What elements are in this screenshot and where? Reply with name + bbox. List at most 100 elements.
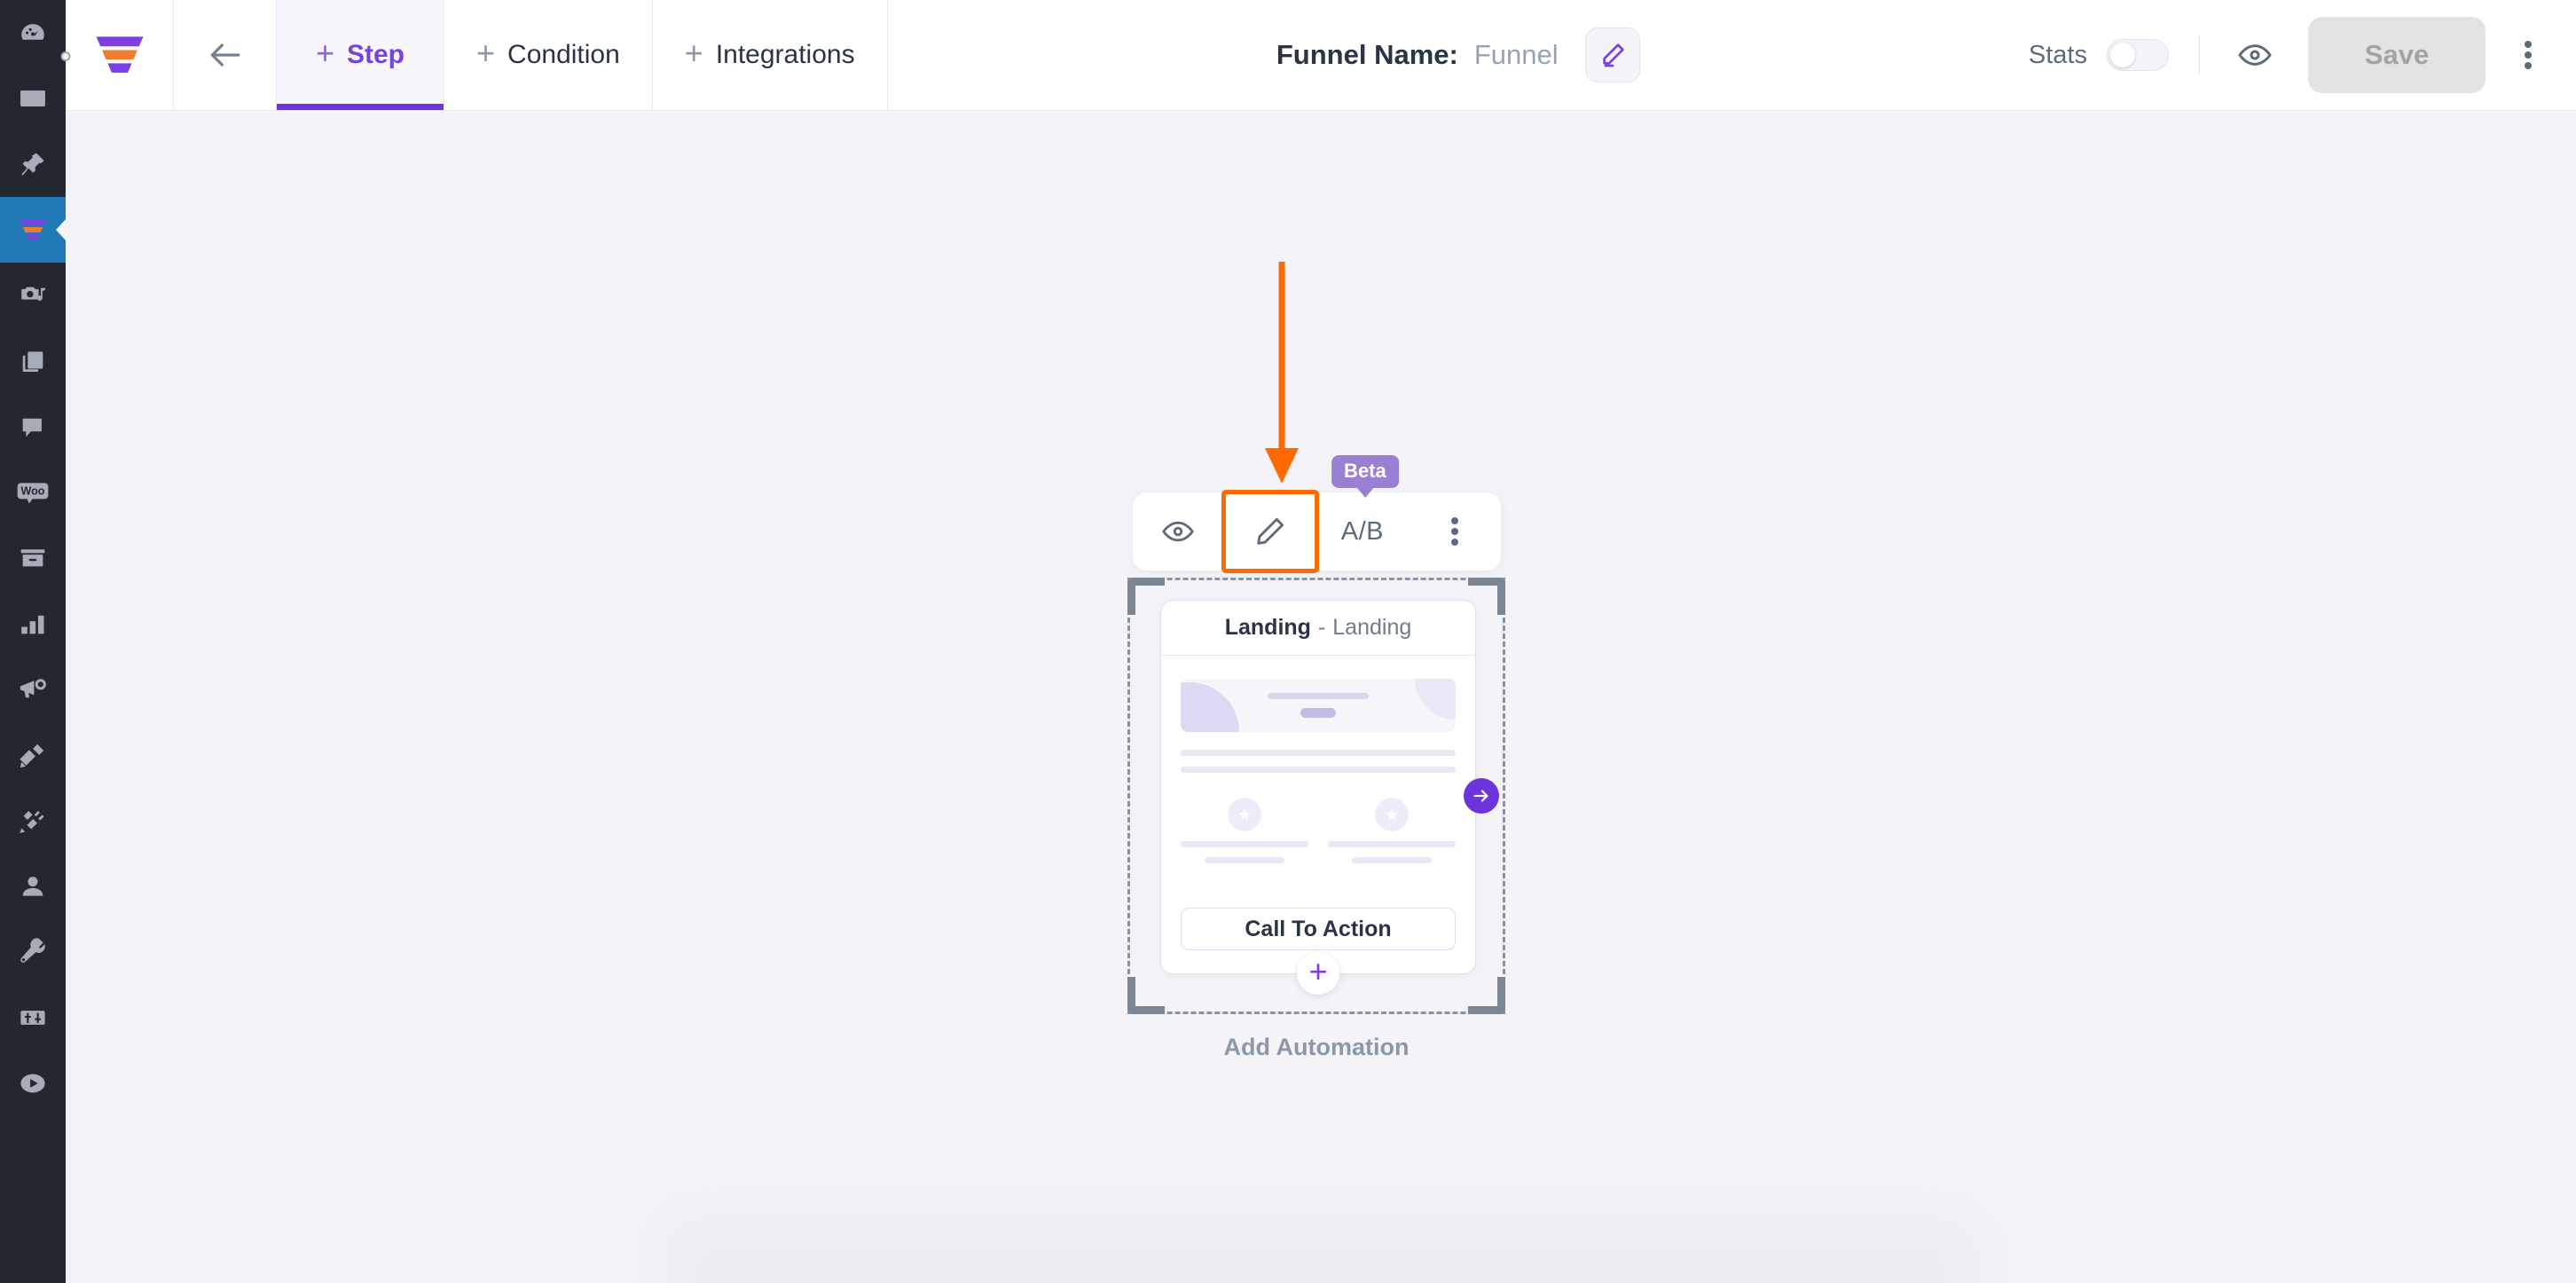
dropzone-corner [1127, 977, 1165, 1014]
woo-icon: Woo [17, 483, 49, 504]
edit-funnel-name-button[interactable] [1584, 28, 1640, 83]
kebab-dot [1450, 528, 1458, 535]
preview-placeholder-line [1352, 857, 1432, 863]
step-dropzone[interactable]: Landing - Landing Call To Action + [1127, 578, 1505, 1014]
star-icon [1375, 798, 1409, 831]
arrow-right-icon [1473, 790, 1488, 802]
wrench-icon [20, 938, 45, 963]
user-icon [22, 877, 43, 896]
funnel-canvas[interactable]: Beta A/B Landing - Landing Call To Actio… [66, 111, 2576, 1283]
preview-placeholder-line [1328, 841, 1456, 847]
add-automation-label[interactable]: Add Automation [1126, 1034, 1507, 1061]
sidebar-item-woocommerce[interactable]: Woo [0, 460, 66, 525]
funnel-name-group: Funnel Name: Funnel [888, 0, 2029, 110]
bottom-panel-shadow [660, 1212, 1982, 1283]
tab-integrations[interactable]: + Integrations [653, 0, 888, 110]
star-glyph [1238, 808, 1251, 820]
sidebar-item-sliders[interactable] [0, 985, 66, 1051]
tab-condition[interactable]: + Condition [444, 0, 653, 110]
save-button[interactable]: Save [2308, 17, 2486, 93]
speech-bubble-icon [22, 418, 42, 437]
stats-toggle[interactable] [2107, 39, 2169, 71]
tab-condition-label: Condition [507, 40, 620, 69]
app-logo[interactable] [66, 0, 174, 110]
funnel-name-value: Funnel [1473, 39, 1559, 70]
preview-placeholder-line [1181, 767, 1456, 773]
bar-chart-icon [21, 615, 44, 634]
top-toolbar: + Step + Condition + Integrations Funnel… [66, 0, 2576, 111]
plus-icon: + [315, 35, 334, 71]
copy-pages-icon [22, 351, 43, 372]
card-title-separator: - [1317, 615, 1326, 640]
tab-step[interactable]: + Step [276, 0, 444, 110]
pencil-icon [1257, 517, 1284, 545]
more-options-button[interactable] [2500, 27, 2556, 83]
pencil-icon [1602, 43, 1624, 67]
sidebar-item-analytics[interactable] [0, 591, 66, 657]
sidebar-item-archive[interactable] [0, 525, 66, 591]
sidebar-item-funnels[interactable] [0, 197, 66, 263]
top-toolbar-actions: Stats Save [2029, 0, 2576, 110]
star-glyph [1386, 808, 1398, 820]
edit-step-button[interactable] [1221, 490, 1319, 573]
card-subtitle: Landing [1332, 615, 1412, 640]
preview-placeholder-bar [1268, 693, 1369, 699]
stats-toggle-group: Stats [2029, 39, 2169, 71]
dropzone-corner [1468, 977, 1505, 1014]
main-column: + Step + Condition + Integrations Funnel… [66, 0, 2576, 1283]
megaphone-icon [20, 679, 46, 698]
back-button[interactable] [174, 0, 276, 110]
landing-page-card[interactable]: Landing - Landing Call To Action + [1160, 600, 1499, 995]
plus-icon: + [1308, 953, 1328, 989]
stats-label: Stats [2028, 40, 2087, 69]
call-to-action-button[interactable]: Call To Action [1181, 908, 1456, 950]
sidebar-item-dashboard[interactable] [0, 0, 66, 66]
funnel-name-label: Funnel Name: [1276, 39, 1458, 70]
sidebar-item-media[interactable] [0, 263, 66, 328]
sidebar-rail: Woo [0, 0, 66, 1283]
camera-music-icon [21, 287, 45, 301]
preview-placeholder-line [1181, 841, 1308, 847]
step-more-options-button[interactable] [1409, 492, 1501, 571]
card-title: Landing [1224, 615, 1311, 640]
add-step-button[interactable]: + [1297, 952, 1339, 995]
toggle-knob [2110, 43, 2135, 67]
preview-placeholder-line [1181, 750, 1456, 756]
sidebar-item-contacts[interactable] [0, 854, 66, 919]
sidebar-item-tools[interactable] [0, 919, 66, 985]
sidebar-item-email[interactable] [0, 66, 66, 131]
card-header: Landing - Landing [1161, 601, 1475, 656]
ab-test-button[interactable]: Beta A/B [1316, 455, 1409, 571]
sidebar-item-pin[interactable] [0, 131, 66, 197]
archive-box-icon [20, 549, 45, 567]
ab-test-label: A/B [1340, 516, 1384, 546]
sidebar-item-campaigns[interactable] [0, 657, 66, 722]
sidebar-item-chat[interactable] [0, 394, 66, 460]
plus-icon: + [476, 35, 496, 71]
sidebar-collapse-handle[interactable] [60, 51, 71, 61]
tab-integrations-label: Integrations [715, 40, 855, 69]
kebab-dot [1450, 517, 1458, 524]
app-root: Woo + Step + Condition + Integrations Fu… [0, 0, 2576, 1283]
gauge-icon [21, 24, 44, 40]
sidebar-item-plug[interactable] [0, 788, 66, 854]
eye-icon [1162, 521, 1195, 542]
kebab-dot [2525, 62, 2532, 69]
sidebar-item-design[interactable] [0, 722, 66, 788]
kebab-dot [2525, 41, 2532, 48]
annotation-arrow [1265, 262, 1299, 484]
play-circle-icon [20, 1074, 45, 1093]
sliders-icon [20, 1011, 45, 1025]
plus-icon: + [684, 35, 703, 71]
step-node-toolbar: Beta A/B [1132, 455, 1501, 573]
preview-funnel-button[interactable] [2227, 27, 2283, 83]
next-step-button[interactable] [1464, 778, 1499, 814]
star-icon [1228, 798, 1261, 831]
preview-hero-block [1181, 679, 1456, 732]
preview-step-button[interactable] [1133, 492, 1225, 571]
sidebar-item-pages[interactable] [0, 328, 66, 394]
toolbar-divider [2199, 35, 2200, 75]
sidebar-item-video[interactable] [0, 1051, 66, 1116]
pushpin-icon [21, 153, 44, 176]
eye-icon [2238, 44, 2272, 66]
